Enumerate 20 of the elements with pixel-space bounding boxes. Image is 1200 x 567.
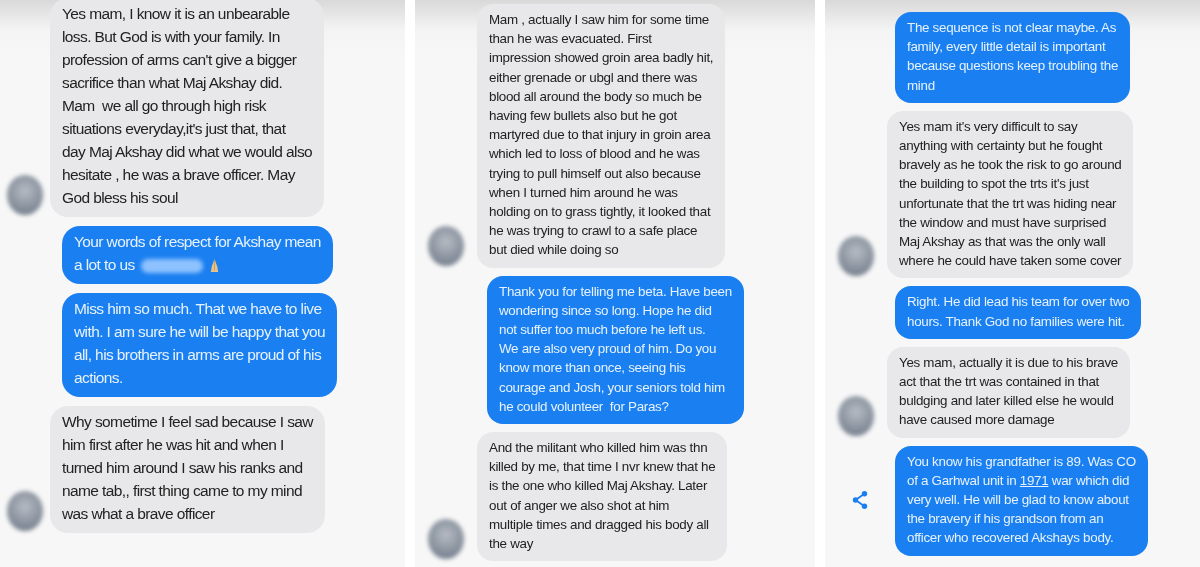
message-bubble: Miss him so much. That we have to live with. I am sure he will be happy that you all, his brothers in arms are proud of his actions. [62, 293, 338, 397]
avatar[interactable] [428, 519, 464, 560]
message-bubble: Yes mam, actually it is due to his brave act that the trt was contained in that buldging and later killed else he would have caused more damage [887, 346, 1130, 438]
message-bubble: Thank you for telling me beta. Have been wondering since so long. Hope he did not suffer too much before he left us. We are also very proud of him. Do you know more than once, seeing his courage and Josh, your seniors told him he could volunteer for Paras? [487, 275, 744, 425]
avatar[interactable] [838, 395, 874, 436]
message-bubble: Yes mam, I know it is an unbearable loss. But God is with your family. In profession of arms can't give a bigger sacrifice than what Maj Akshay did. Mam we all go through high risk situations everyday,it's just that, that day Maj Akshay did what we would also hesitate , he was a brave officer. May God bless his soul [50, 0, 325, 217]
message-bubble: Mam , actually I saw him for some time than he was evacuated. First impression showed groin area badly hit, either grenade or ubgl and there was blood all around the body so much be having few bullets also but he got martyred due to that injury in groin area which led to loss of blood and he was trying to pull himself out also because when I turned him around he was holding on to grass tightly, it looked that he was trying to crawl to a safe place but died while doing so [477, 4, 726, 268]
message-bubble: Your words of respect for Akshay mean a lot to us [62, 226, 333, 284]
avatar[interactable] [7, 175, 43, 215]
message-bubble: And the militant who killed him was thn killed by me, that time I nvr knew that he is the one who killed Maj Akshay. Later out of anger we also shot at him multiple times and dragged his body all the way [477, 432, 728, 562]
message-bubble: Yes mam it's very difficult to say anything with certainty but he fought bravely as he took the risk to go around the building to spot the trts it's just unfortunate that the trt was hiding near the window and must have surprised Maj Akshay as that was the only wall where he could have taken some cover [887, 110, 1134, 279]
message-bubble: Why sometime I feel sad because I saw him first after he was hit and when I turned him around I saw his ranks and name tab,, first thing came to my mind was what a brave officer [50, 406, 325, 533]
share-icon[interactable] [851, 489, 869, 510]
avatar[interactable] [7, 491, 43, 531]
avatar[interactable] [428, 225, 464, 266]
message-bubble: The sequence is not clear maybe. As family, every little detail is important because questions keep troubling the mind [895, 12, 1131, 103]
message-bubble: You know his grandfather is 89. Was CO of a Garhwal unit in 1971 war which did very well. He will be glad to know about the bravery if his grandson from an officer who recovered Akshays body. [895, 445, 1148, 556]
avatar[interactable] [838, 236, 874, 277]
message-bubble: Right. He did lead his team for over two hours. Thank God no families were hit. [895, 286, 1142, 339]
year-link[interactable]: 1971 [1019, 472, 1049, 488]
